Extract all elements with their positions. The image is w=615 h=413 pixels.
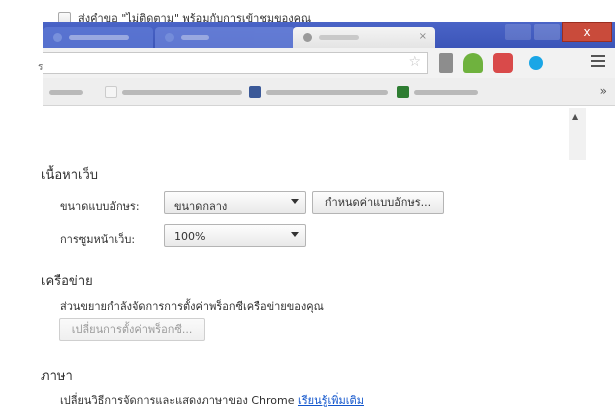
tab-close-icon[interactable]: × <box>419 31 427 42</box>
bookmark-item[interactable] <box>49 86 83 98</box>
tab-background-1[interactable] <box>43 27 153 48</box>
tab-favicon-icon <box>303 33 312 42</box>
android-icon[interactable] <box>463 53 483 73</box>
page-zoom-label: การซูมหน้าเว็บ: <box>60 233 136 246</box>
section-title-languages: ภาษา <box>41 369 73 384</box>
font-size-label: ขนาดแบบอักษร: <box>60 200 140 213</box>
learn-more-link[interactable]: เรียนรู้เพิ่มเติม <box>298 394 364 407</box>
bookmark-item[interactable] <box>249 86 388 98</box>
window-close-button[interactable]: x <box>562 22 612 42</box>
overlapping-browser-window: × x ☆ » <box>43 22 615 108</box>
change-proxy-button[interactable]: เปลี่ยนการตั้งค่าพร็อกซี... <box>59 318 205 341</box>
tab-title-blurred <box>181 35 209 40</box>
bookmarks-overflow-icon[interactable]: » <box>600 84 607 98</box>
bookmark-item[interactable] <box>105 86 242 98</box>
page-zoom-value: 100% <box>174 230 206 243</box>
browser-toolbar: ☆ <box>43 48 615 78</box>
chevron-down-icon <box>291 199 299 204</box>
section-title-web-content: เนื้อหาเว็บ <box>41 168 99 183</box>
minimize-button[interactable] <box>534 24 560 40</box>
star-icon[interactable]: ☆ <box>408 54 421 70</box>
scrollbar[interactable]: ▲ <box>569 108 586 160</box>
tab-favicon-icon <box>165 33 174 42</box>
pocket-icon[interactable] <box>493 53 513 73</box>
tab-favicon-icon <box>53 33 62 42</box>
section-title-network: เครือข่าย <box>41 274 93 289</box>
network-description: ส่วนขยายกำลังจัดการการตั้งค่าพร็อกซีเครื… <box>60 300 324 313</box>
languages-description: เปลี่ยนวิธีการจัดการและแสดงภาษาของ Chrom… <box>60 394 295 407</box>
scroll-up-icon[interactable]: ▲ <box>572 112 578 121</box>
address-bar[interactable]: ☆ <box>43 52 428 74</box>
cut-off-text: ร <box>38 62 44 73</box>
font-size-select[interactable]: ขนาดกลาง <box>164 191 306 214</box>
tab-background-2[interactable] <box>155 27 295 48</box>
customize-fonts-button[interactable]: กำหนดค่าแบบอักษร... <box>312 191 444 214</box>
skype-icon[interactable] <box>529 56 543 70</box>
languages-description-row: เปลี่ยนวิธีการจัดการและแสดงภาษาของ Chrom… <box>60 391 364 409</box>
tab-title-blurred <box>69 35 129 40</box>
menu-icon[interactable] <box>591 55 605 70</box>
chevron-down-icon <box>291 232 299 237</box>
font-size-value: ขนาดกลาง <box>174 200 228 213</box>
tab-title-blurred <box>319 35 359 40</box>
page-zoom-select[interactable]: 100% <box>164 224 306 247</box>
maximize-button[interactable] <box>505 24 531 40</box>
extension-icon[interactable] <box>439 53 453 73</box>
tab-strip: × x <box>43 22 615 48</box>
bookmark-item[interactable] <box>397 86 478 98</box>
bookmarks-bar: » <box>43 78 615 106</box>
tab-active[interactable]: × <box>293 27 435 48</box>
